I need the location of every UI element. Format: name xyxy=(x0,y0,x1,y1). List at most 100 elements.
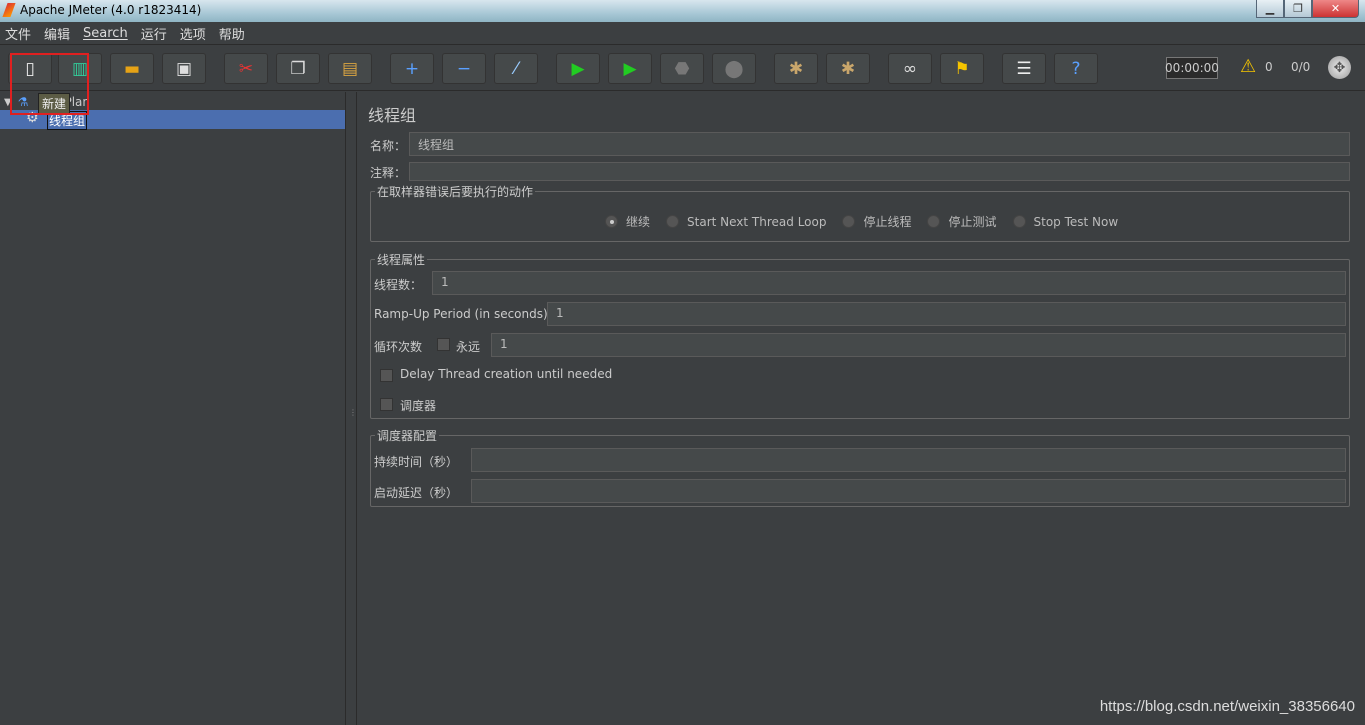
comment-input[interactable] xyxy=(409,162,1350,181)
start-button[interactable]: ▶ xyxy=(556,53,600,84)
function-helper-button[interactable]: ☰ xyxy=(1002,53,1046,84)
minus-icon: − xyxy=(456,58,472,79)
duration-label: 持续时间（秒） xyxy=(374,455,459,469)
toggle-button[interactable]: ⁄ xyxy=(494,53,538,84)
rampup-label: Ramp-Up Period (in seconds): xyxy=(374,307,552,321)
title-bar: Apache JMeter (4.0 r1823414) ▁ ❐ ✕ xyxy=(0,0,1365,22)
radio-stop-test-now[interactable]: Stop Test Now xyxy=(1012,213,1119,230)
threads-label: 线程数： xyxy=(374,278,423,292)
scheduler-config-group: 调度器配置 持续时间（秒） 启动延迟（秒） xyxy=(370,427,1350,507)
minimize-button[interactable]: ▁ xyxy=(1256,0,1284,18)
loop-label: 循环次数 xyxy=(374,340,423,354)
menu-edit[interactable]: 编辑 xyxy=(44,24,70,43)
startup-delay-input[interactable] xyxy=(471,479,1346,503)
scissors-icon: ✂ xyxy=(238,58,254,79)
group-title: 在取样器错误后要执行的动作 xyxy=(375,183,536,200)
close-button[interactable]: ✕ xyxy=(1312,0,1359,18)
clipboard-icon: ▤ xyxy=(341,58,359,79)
menu-options[interactable]: 选项 xyxy=(180,24,206,43)
radio-label: 继续 xyxy=(626,215,651,229)
comment-label: 注释： xyxy=(370,166,407,180)
play-icon: ▶ xyxy=(571,58,585,79)
radio-stop-test[interactable]: 停止测试 xyxy=(927,213,997,230)
radio-icon xyxy=(1012,215,1026,228)
group-title: 调度器配置 xyxy=(375,427,440,444)
toolbar: ▯ ▥ ▬ ▣ ✂ ❐ ▤ + − ⁄ ▶ ▶ ⬣ ⬤ ✱ ✱ ∞ ⚑ ☰ ? … xyxy=(0,46,1365,91)
wand-icon: ⁄ xyxy=(514,58,518,79)
binoculars-icon: ∞ xyxy=(902,58,918,79)
expand-button[interactable]: + xyxy=(390,53,434,84)
help-button[interactable]: ? xyxy=(1054,53,1098,84)
menu-run[interactable]: 运行 xyxy=(141,24,167,43)
thread-group-panel: 线程组 名称： 线程组 注释： 在取样器错误后要执行的动作 继续 Start N… xyxy=(358,92,1365,725)
copy-button[interactable]: ❐ xyxy=(276,53,320,84)
active-threads: 0/0 xyxy=(1291,60,1311,74)
tooltip: 新建 xyxy=(38,93,71,114)
window-title: Apache JMeter (4.0 r1823414) xyxy=(20,3,202,17)
radio-label: Stop Test Now xyxy=(1033,214,1119,229)
search-button[interactable]: ∞ xyxy=(888,53,932,84)
radio-continue[interactable]: 继续 xyxy=(605,213,650,230)
radio-stop-thread[interactable]: 停止线程 xyxy=(842,213,911,230)
startup-delay-label: 启动延迟（秒） xyxy=(374,486,459,500)
rampup-input[interactable]: 1 xyxy=(547,302,1346,326)
radio-label: 停止线程 xyxy=(863,215,912,229)
radio-icon xyxy=(842,215,856,228)
loop-input[interactable]: 1 xyxy=(491,333,1346,357)
start-no-pauses-button[interactable]: ▶ xyxy=(608,53,652,84)
menu-help[interactable]: 帮助 xyxy=(219,24,245,43)
name-label: 名称： xyxy=(370,139,407,153)
forever-checkbox[interactable] xyxy=(437,338,450,351)
templates-icon: ▥ xyxy=(71,58,89,79)
reset-search-button[interactable]: ⚑ xyxy=(940,53,984,84)
stop-icon: ⬣ xyxy=(674,58,690,79)
menu-file[interactable]: 文件 xyxy=(5,24,31,43)
broom-gears-icon: ✱ xyxy=(840,58,856,79)
clear-button[interactable]: ✱ xyxy=(774,53,818,84)
help-book-icon: ? xyxy=(1071,58,1081,79)
scheduler-label: 调度器 xyxy=(400,399,437,413)
broom-icon: ⚑ xyxy=(954,58,970,79)
split-pane-divider[interactable]: ⋮ xyxy=(347,92,357,725)
list-icon: ☰ xyxy=(1016,58,1032,79)
paste-button[interactable]: ▤ xyxy=(328,53,372,84)
menu-bar: 文件 编辑 Search 运行 选项 帮助 xyxy=(0,22,1365,45)
maximize-button[interactable]: ❐ xyxy=(1284,0,1312,18)
menu-search[interactable]: Search xyxy=(83,26,128,41)
broom-gear-icon: ✱ xyxy=(788,58,804,79)
delay-checkbox[interactable] xyxy=(380,369,393,382)
folder-icon: ▬ xyxy=(123,58,141,79)
group-title: 线程属性 xyxy=(375,251,428,268)
gear-icon: ⚙ xyxy=(26,110,39,126)
duration-input[interactable] xyxy=(471,448,1346,472)
radio-start-next-loop[interactable]: Start Next Thread Loop xyxy=(666,213,826,230)
templates-button[interactable]: ▥ xyxy=(58,53,102,84)
shutdown-button[interactable]: ⬤ xyxy=(712,53,756,84)
save-button[interactable]: ▣ xyxy=(162,53,206,84)
radio-selected-icon xyxy=(605,215,618,228)
page-title: 线程组 xyxy=(368,106,417,125)
stop-button[interactable]: ⬣ xyxy=(660,53,704,84)
thread-properties-group: 线程属性 线程数： 1 Ramp-Up Period (in seconds):… xyxy=(370,251,1350,419)
play-no-timer-icon: ▶ xyxy=(623,58,637,79)
radio-icon xyxy=(927,215,941,228)
collapse-button[interactable]: − xyxy=(442,53,486,84)
elapsed-timer: 00:00:00 xyxy=(1165,57,1219,79)
new-button[interactable]: ▯ xyxy=(8,53,52,84)
threads-input[interactable]: 1 xyxy=(432,271,1346,295)
floppy-icon: ▣ xyxy=(175,58,193,79)
open-button[interactable]: ▬ xyxy=(110,53,154,84)
cut-button[interactable]: ✂ xyxy=(224,53,268,84)
expand-arrow-icon[interactable]: ▼ xyxy=(4,97,12,108)
copy-icon: ❐ xyxy=(290,58,306,79)
clear-all-button[interactable]: ✱ xyxy=(826,53,870,84)
warning-count: 0 xyxy=(1265,60,1273,74)
flask-icon: ⚗ xyxy=(17,95,29,109)
name-input[interactable]: 线程组 xyxy=(409,132,1350,156)
shutdown-icon: ⬤ xyxy=(724,58,744,79)
forever-label: 永远 xyxy=(456,340,481,354)
scheduler-checkbox[interactable] xyxy=(380,398,393,411)
warning-icon[interactable]: ⚠ xyxy=(1240,56,1256,77)
new-document-icon: ▯ xyxy=(25,58,35,79)
radio-icon xyxy=(666,215,680,228)
